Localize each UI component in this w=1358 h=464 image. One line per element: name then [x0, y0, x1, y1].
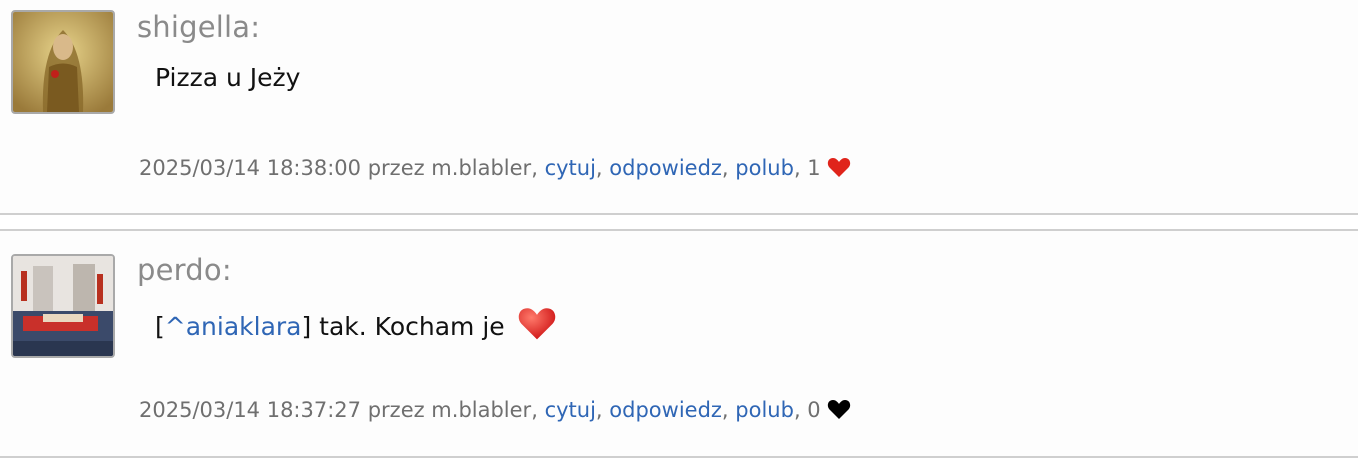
like-count: 0 — [807, 398, 821, 422]
post-meta: 2025/03/14 18:37:27 przez m.blabler, cyt… — [139, 398, 851, 425]
post-meta: 2025/03/14 18:38:00 przez m.blabler, cyt… — [139, 156, 851, 183]
like-link[interactable]: polub — [735, 398, 794, 422]
post-datetime-author: 2025/03/14 18:37:27 przez m.blabler — [139, 398, 532, 422]
post: shigella: Pizza u Jeży 2025/03/14 18:38:… — [0, 0, 1358, 215]
quote-link[interactable]: cytuj — [545, 156, 596, 180]
heart-icon — [827, 398, 851, 425]
post-datetime-author: 2025/03/14 18:38:00 przez m.blabler — [139, 156, 532, 180]
post-divider — [0, 456, 1358, 458]
post-content: Pizza u Jeży — [155, 63, 301, 92]
quote-link[interactable]: cytuj — [545, 398, 596, 422]
user-avatar[interactable] — [11, 10, 115, 114]
post-divider — [0, 213, 1358, 215]
post-content: [^aniaklara] tak. Kocham je — [155, 305, 557, 347]
post-author[interactable]: perdo: — [137, 253, 232, 287]
post: perdo: [^aniaklara] tak. Kocham je 2025/… — [0, 231, 1358, 458]
reply-link[interactable]: odpowiedz — [609, 398, 722, 422]
like-link[interactable]: polub — [735, 156, 794, 180]
post-author[interactable]: shigella: — [137, 10, 260, 44]
heart-icon — [827, 156, 851, 183]
post-text: ] tak. Kocham je — [301, 312, 505, 341]
user-avatar[interactable] — [11, 254, 115, 358]
photo-avatar-icon — [13, 256, 113, 356]
reply-link[interactable]: odpowiedz — [609, 156, 722, 180]
red-heart-emoji-icon — [517, 305, 557, 347]
painting-avatar-icon — [13, 12, 113, 112]
bracket-open: [ — [155, 312, 165, 341]
like-count: 1 — [807, 156, 821, 180]
mention-link[interactable]: ^aniaklara — [165, 312, 302, 341]
